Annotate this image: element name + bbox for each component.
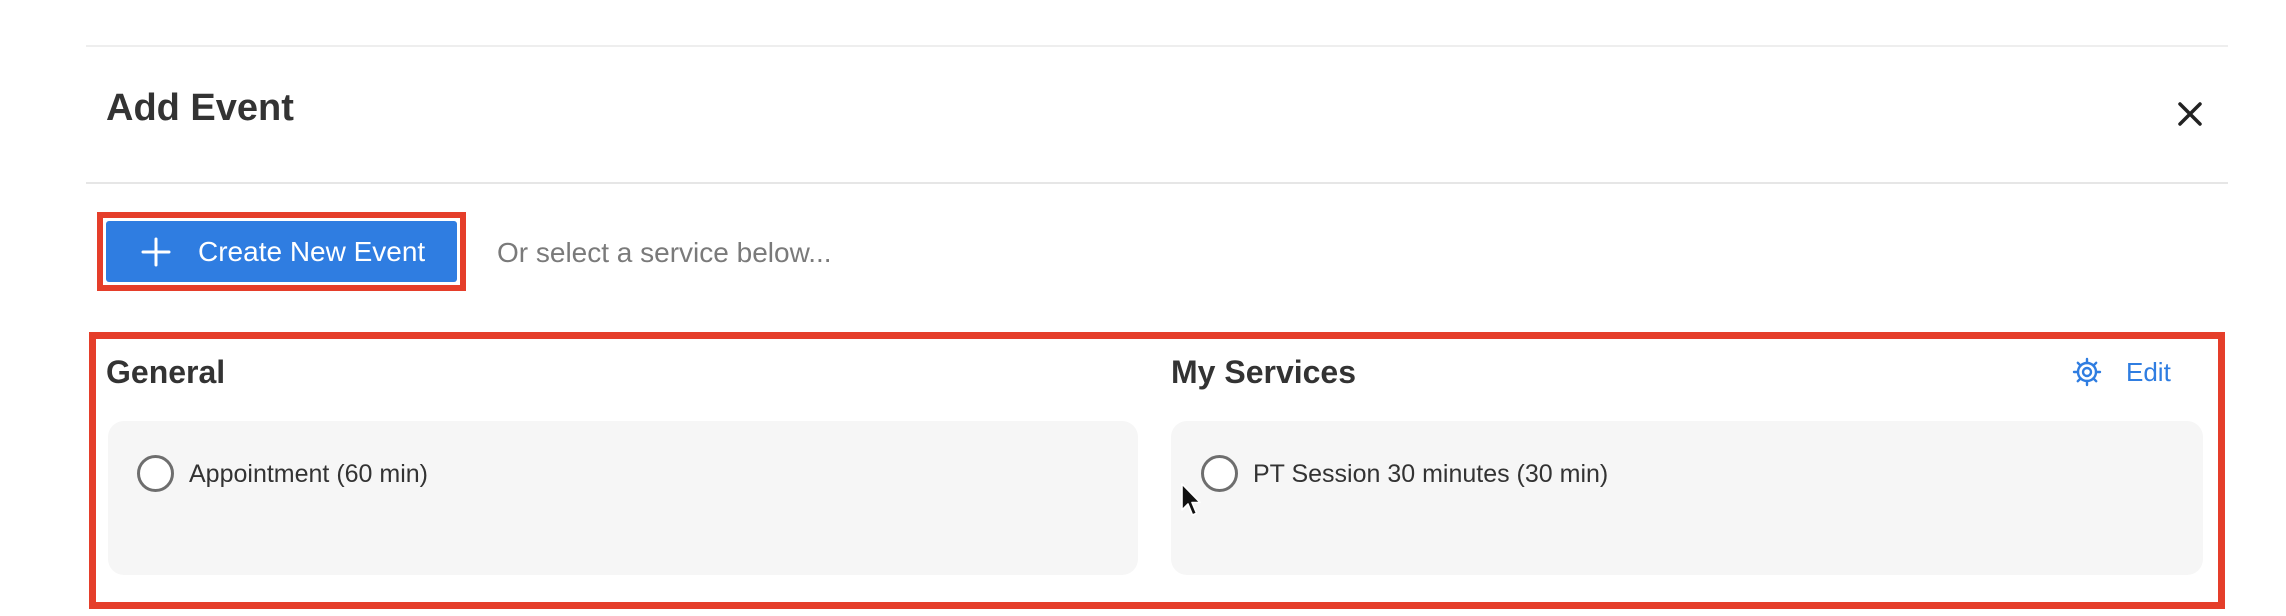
modal-title: Add Event <box>106 87 294 129</box>
mouse-cursor-icon <box>1181 483 1201 516</box>
service-option-label: Appointment (60 min) <box>189 459 429 488</box>
service-option-appointment[interactable]: Appointment (60 min) <box>137 455 428 492</box>
general-services-card <box>108 421 1138 575</box>
create-new-event-button[interactable]: Create New Event <box>106 221 457 282</box>
my-services-section-title: My Services <box>1171 354 1357 390</box>
service-option-label: PT Session 30 minutes (30 min) <box>1253 459 1609 488</box>
select-service-hint: Or select a service below... <box>497 237 832 268</box>
edit-services-button[interactable]: Edit <box>2072 352 2171 392</box>
service-option-pt-session[interactable]: PT Session 30 minutes (30 min) <box>1201 455 1608 492</box>
create-new-event-label: Create New Event <box>198 235 426 267</box>
header-divider <box>86 182 2228 184</box>
close-button[interactable] <box>2168 92 2212 136</box>
radio-button[interactable] <box>137 455 174 492</box>
radio-button[interactable] <box>1201 455 1238 492</box>
edit-label: Edit <box>2126 357 2171 387</box>
plus-icon <box>141 237 171 266</box>
general-section-title: General <box>106 354 226 390</box>
my-services-card <box>1171 421 2203 575</box>
top-divider <box>86 45 2228 47</box>
gear-icon <box>2072 357 2102 387</box>
close-icon <box>2178 102 2202 126</box>
